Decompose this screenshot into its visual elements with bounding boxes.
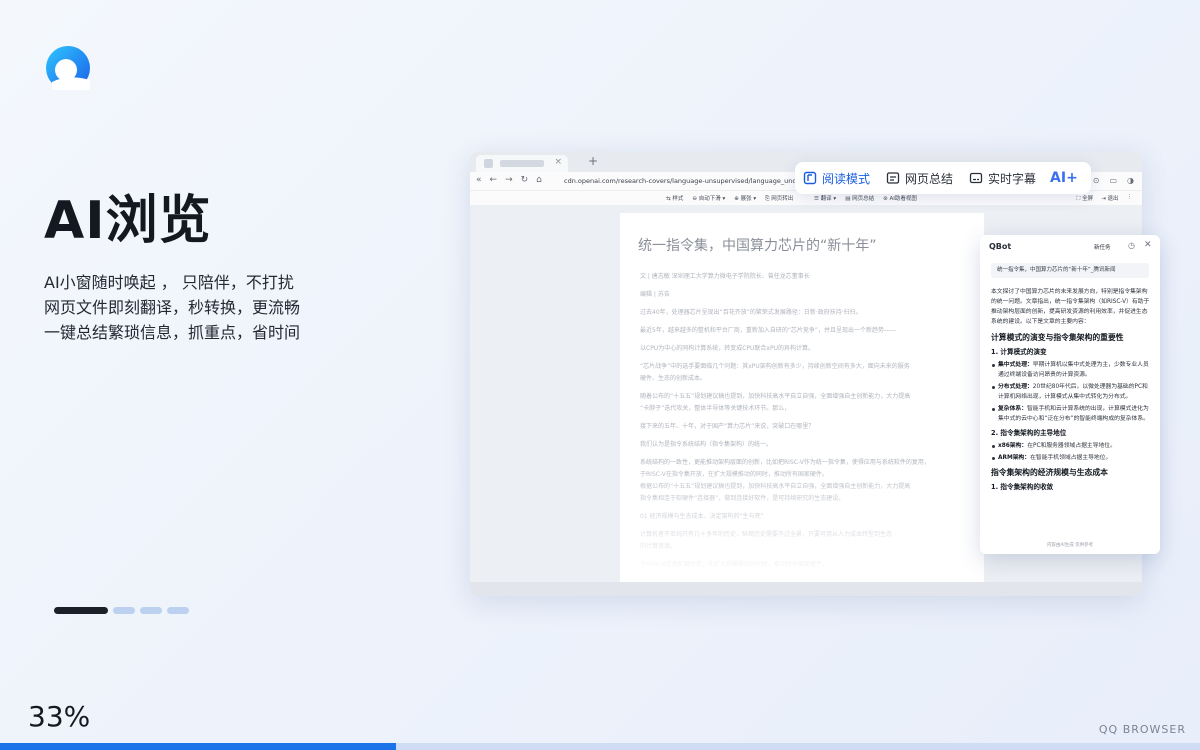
address-bar[interactable]: cdn.openai.com/research-covers/language-… [564,177,804,185]
ai-disclaimer: 内容由AI生成 仅供参考 [1046,543,1094,548]
reading-mode-label: 阅读模式 [822,171,871,186]
article-paragraph-line: 最近5年，越来越多的整机和平台厂商，重新加入自研的“芯片竞争”，并且呈现出一个新… [640,327,897,334]
article-paragraph-line: 随着公布的“十五五”规划建议稿也提到，加快科技高水平自立自强，全面增强自主创新能… [640,393,911,400]
qq-browser-logo-icon [46,46,90,90]
more-icon[interactable]: ⋮ [1127,194,1133,203]
carousel-dot-1[interactable] [54,607,108,614]
ai-view-button[interactable]: ⊛ AI助看视图 [883,194,917,202]
live-subtitle-label: 实时字幕 [988,171,1037,186]
page-summary-button[interactable]: ▤ 网页总结 [845,194,874,202]
horizontal-scrollbar[interactable] [470,582,1142,596]
back-icon[interactable]: ← [490,175,498,185]
page-summary-label: 网页总结 [905,171,954,186]
reload-icon[interactable]: ↻ [521,175,529,185]
carousel-dot-3[interactable] [140,607,162,614]
live-subtitle-mode-button[interactable]: 实时字幕 [961,170,1044,187]
progress-bar [0,743,1200,750]
answer-subheading: 1. 指令集架构的收敛 [991,483,1054,491]
subtitle-icon [969,172,983,184]
article-paragraph-line: 我们认为是指令系统结构（指令集架构）的统一。 [640,441,773,448]
tagline-line: 一键总结繁琐信息，抓重点，省时间 [44,323,301,342]
answer-subheading: 2. 指令集架构的主导地位 [991,429,1067,437]
list-item: x86架构：在PC和服务器领域占据主导地位。 [991,441,1151,451]
article-paragraph-line: 接下来的五年、十年，对于国产“算力芯片”来说，突破口在哪里？ [640,423,815,430]
close-icon[interactable]: ✕ [1144,240,1152,250]
referenced-page[interactable]: 统一指令集，中国算力芯片的“新十年”_腾讯新闻 [991,263,1149,278]
article-paragraph-line: 编辑 | 苏告 [640,291,670,298]
qbot-title: QBot [989,242,1012,251]
tab-close-icon[interactable]: × [554,157,562,167]
article-fade [620,463,984,583]
qbot-panel: QBot 新任务 ◷ ✕ 统一指令集，中国算力芯片的“新十年”_腾讯新闻 本文探… [980,235,1160,554]
expand-button[interactable]: ⊕ 展张 ▾ [734,194,756,203]
fullscreen-button[interactable]: ⛶ 全屏 [1077,194,1094,203]
style-button[interactable]: ⇆ 样式 [666,194,683,203]
hero-taglines: AI小窗随时唤起 ， 只陪伴，不打扰 网页文件即刻翻译，秒转换，更流畅 一键总结… [44,270,300,345]
article-document: 统一指令集，中国算力芯片的“新十年” 文 | 唐志敏 深圳理工大学算力微电子学院… [620,213,984,583]
answer-intro: 本文探讨了中国算力芯片的未来发展方向，特别是指令集架构的统一问题。文章指出，统一… [991,289,1150,325]
article-paragraph-line: “芯片战争”中的选手要面临几个问题：其xPU架构创新有多少，持续创新空间有多大，… [640,363,910,370]
history-icon[interactable]: « [476,175,482,185]
tab-title-placeholder [500,160,544,167]
auto-scroll-button[interactable]: ⊖ 自动下滑 ▾ [692,194,725,203]
list-item: 集中式处理：早期计算机以集中式处理为主，少数专业人员通过终端设备访问昂贵的计算资… [991,360,1151,380]
hero-headline: AI浏览 [44,191,212,251]
article-title: 统一指令集，中国算力芯片的“新十年” [638,238,877,254]
profile-icon[interactable]: ◑ [1127,176,1134,185]
list-item: ARM架构：在智能手机领域占据主导地位。 [991,453,1151,463]
summary-icon [886,172,900,184]
article-paragraph-line: 硬件、生态的创新成本。 [640,375,707,382]
tagline-line: 网页文件即刻翻译，秒转换，更流畅 [44,298,301,317]
reading-mode-bar: 阅读模式 网页总结 实时字幕 AI+ [795,162,1091,194]
answer-heading: 指令集架构的经济规模与生态成本 [991,468,1108,477]
sidebar-icon[interactable]: ▭ [1109,176,1117,185]
history-icon[interactable]: ◷ [1128,241,1135,250]
export-button[interactable]: ⎘ 网页转出 [765,194,793,203]
carousel-dot-4[interactable] [167,607,189,614]
article-paragraph-line: 以CPU为中心的同构计算系统，转变成CPU联合xPU的异构计算。 [640,345,814,352]
page-summary-mode-button[interactable]: 网页总结 [878,170,961,187]
answer-heading: 计算模式的演变与指令集架构的重要性 [991,333,1124,342]
answer-subheading: 1. 计算模式的演变 [991,348,1047,356]
qbot-header: QBot 新任务 ◷ ✕ [980,235,1160,259]
article-paragraph-line: “卡脖子”迭代攻关，整体半导体等关键技术环节。那么， [640,405,791,412]
forward-icon[interactable]: → [505,175,513,185]
exit-button[interactable]: ⇥ 退出 [1101,194,1118,203]
browser-tab[interactable]: × [476,155,568,172]
tagline-line: AI小窗随时唤起 ， 只陪伴，不打扰 [44,273,294,292]
article-paragraph-line: 过去40年，处理器芯片呈现出“百花齐放”的繁荣式发展路径：日新·政府扶持·扫扫。 [640,309,862,316]
article-paragraph-line: 文 | 唐志敏 深圳理工大学算力微电子学院院长、曾任龙芯董事长 [640,273,810,280]
book-reader-icon [803,171,817,185]
brand-name: QQ BROWSER [1098,723,1186,736]
ai-plus-button[interactable]: AI+ [1044,170,1078,186]
translate-button[interactable]: ☰ 翻译 ▾ [814,194,836,202]
favicon-icon [484,159,493,168]
qbot-answer: 本文探讨了中国算力芯片的未来发展方向，特别是指令集架构的统一问题。文章指出，统一… [991,287,1151,495]
home-icon[interactable]: ⌂ [536,175,542,185]
progress-bar-fill [0,743,396,750]
reading-mode-button[interactable]: 阅读模式 [795,170,878,187]
list-item: 分布式处理：20世纪80年代后，以微处理器为基础的PC和计算机网络出现，计算模式… [991,382,1151,402]
progress-percent: 33% [28,700,91,733]
new-tab-button[interactable]: + [588,154,598,168]
carousel-dot-2[interactable] [113,607,135,614]
new-chat-button[interactable]: 新任务 [1094,243,1111,251]
carousel-indicator [54,607,189,614]
list-item: 复杂体系：智能手机和云计算系统的出现，计算模式进化为集中式的云中心和“泛在分布”… [991,404,1151,424]
extension-icon[interactable]: ⊙ [1093,176,1100,185]
